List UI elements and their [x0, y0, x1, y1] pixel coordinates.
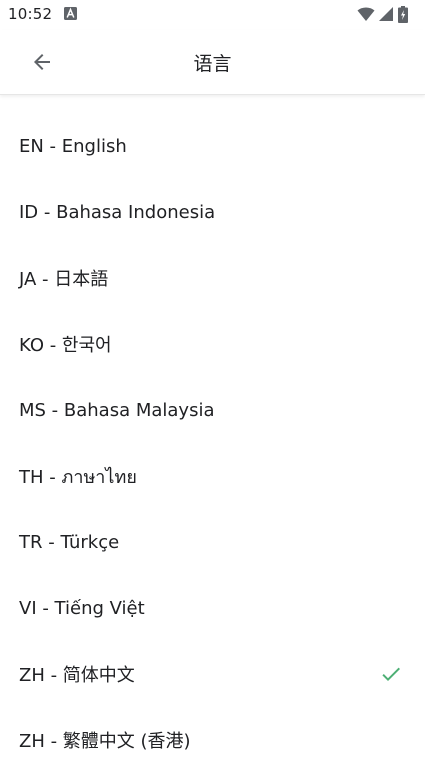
language-item-ms[interactable]: MS - Bahasa Malaysia — [0, 377, 425, 443]
language-label: EN - English — [19, 135, 127, 157]
language-item-vi[interactable]: VI - Tiếng Việt — [0, 575, 425, 641]
font-a-icon — [64, 7, 77, 20]
language-label: TH - ภาษาไทย — [19, 466, 137, 488]
wifi-icon — [357, 7, 375, 21]
check-icon — [382, 667, 400, 681]
language-item-en[interactable]: EN - English — [0, 113, 425, 179]
cell-signal-icon — [379, 7, 393, 21]
page-title: 语言 — [193, 53, 232, 75]
language-item-zh-hant-hk[interactable]: ZH - 繁體中文 (香港) — [0, 707, 425, 773]
language-label: JA - 日本語 — [19, 269, 109, 290]
language-item-th[interactable]: TH - ภาษาไทย — [0, 443, 425, 509]
language-label: KO - 한국어 — [19, 335, 112, 356]
status-icons — [357, 6, 417, 23]
status-time: 10:52 — [8, 5, 53, 23]
language-item-id[interactable]: ID - Bahasa Indonesia — [0, 179, 425, 245]
language-label: ZH - 繁體中文 (香港) — [19, 731, 191, 752]
language-label: ZH - 简体中文 — [19, 665, 135, 686]
language-item-tr[interactable]: TR - Türkçe — [0, 509, 425, 575]
language-item-ja[interactable]: JA - 日本語 — [0, 245, 425, 311]
language-item-zh-hans[interactable]: ZH - 简体中文 — [0, 641, 425, 707]
language-label: TR - Türkçe — [19, 531, 120, 553]
app-bar: 语言 — [0, 30, 425, 95]
status-bar: 10:52 — [0, 0, 425, 30]
language-list: EN - English ID - Bahasa Indonesia JA - … — [0, 113, 425, 773]
language-label: VI - Tiếng Việt — [19, 597, 145, 619]
battery-charging-icon — [398, 6, 408, 23]
language-item-ko[interactable]: KO - 한국어 — [0, 311, 425, 377]
language-label: MS - Bahasa Malaysia — [19, 399, 215, 421]
language-label: ID - Bahasa Indonesia — [19, 201, 216, 223]
